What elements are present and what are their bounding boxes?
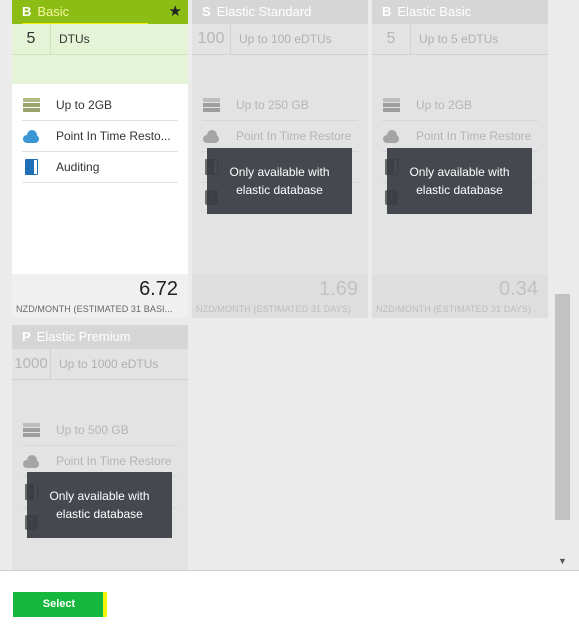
price-block: 0.34 NZD/MONTH (ESTIMATED 31 DAYS): [372, 274, 548, 318]
feature-auditing: Auditing: [22, 152, 178, 183]
feature-storage: Up to 2GB: [382, 90, 538, 121]
price-label: NZD/MONTH (ESTIMATED 31 BASI...: [16, 304, 173, 314]
feature-storage: Up to 2GB: [22, 90, 178, 121]
feature-list: Up to 2GB Point In Time Resto... Auditin…: [12, 84, 188, 183]
pricing-tier-list: B Basic ★ 5 DTUs Up to 2GB Point In Time …: [0, 0, 553, 570]
tier-card-elastic-premium[interactable]: P Elastic Premium 1000 Up to 1000 eDTUs U…: [12, 325, 188, 570]
dtu-block: 5 DTUs: [12, 24, 188, 84]
unavailable-overlay: Only available with elastic database: [387, 148, 532, 214]
scroll-down-arrow-icon[interactable]: ▼: [558, 556, 567, 566]
unavailable-overlay: Only available with elastic database: [207, 148, 352, 214]
tier-letter: P: [22, 329, 31, 344]
dtu-block: 5 Up to 5 eDTUs: [372, 24, 548, 84]
price-block: 6.72 NZD/MONTH (ESTIMATED 31 BASI...: [12, 274, 188, 318]
tier-header: P Elastic Premium: [12, 325, 188, 349]
scroll-thumb[interactable]: [555, 294, 570, 520]
select-highlight: [103, 592, 107, 617]
dtu-value: 5: [372, 24, 411, 54]
feature-storage: Up to 500 GB: [22, 415, 178, 446]
storage-icon: [22, 421, 42, 439]
storage-icon: [202, 96, 222, 114]
dtu-label: Up to 5 eDTUs: [419, 32, 499, 46]
tier-card-elastic-basic[interactable]: B Elastic Basic 5 Up to 5 eDTUs Up to 2GB…: [372, 0, 548, 318]
tier-header: B Basic ★: [12, 0, 188, 26]
dtu-label: DTUs: [59, 32, 90, 46]
cloud-restore-icon: [22, 127, 42, 145]
star-icon: ★: [168, 3, 182, 20]
dtu-value: 100: [192, 24, 231, 54]
dtu-value: 1000: [12, 349, 51, 379]
tier-name: Elastic Basic: [397, 4, 472, 19]
feature-restore: Point In Time Resto...: [22, 121, 178, 152]
feature-storage: Up to 250 GB: [202, 90, 358, 121]
footer-bar: Select: [0, 570, 579, 637]
tier-letter: B: [382, 4, 392, 19]
cloud-restore-icon: [382, 127, 402, 145]
tier-name: Elastic Standard: [216, 4, 312, 19]
dtu-block: 1000 Up to 1000 eDTUs: [12, 349, 188, 409]
storage-icon: [22, 96, 42, 114]
storage-icon: [382, 96, 402, 114]
dtu-label: Up to 100 eDTUs: [239, 32, 332, 46]
tier-letter: B: [22, 4, 32, 19]
dtu-block: 100 Up to 100 eDTUs: [192, 24, 368, 84]
tier-letter: S: [202, 4, 211, 19]
tier-header: B Elastic Basic: [372, 0, 548, 24]
price-block: 1.69 NZD/MONTH (ESTIMATED 31 DAYS): [192, 274, 368, 318]
price-value: 1.69: [319, 278, 358, 300]
tier-card-elastic-standard[interactable]: S Elastic Standard 100 Up to 100 eDTUs Up…: [192, 0, 368, 318]
cloud-restore-icon: [22, 452, 42, 470]
price-value: 0.34: [499, 278, 538, 300]
price-value: 6.72: [139, 278, 178, 300]
dtu-value: 5: [12, 24, 51, 54]
vertical-scrollbar[interactable]: ▼: [553, 0, 572, 570]
tier-header: S Elastic Standard: [192, 0, 368, 24]
book-icon: [22, 158, 42, 176]
price-label: NZD/MONTH (ESTIMATED 31 DAYS): [376, 304, 532, 314]
price-label: NZD/MONTH (ESTIMATED 31 DAYS): [196, 304, 352, 314]
unavailable-overlay: Only available with elastic database: [27, 472, 172, 538]
select-button[interactable]: Select: [13, 592, 105, 617]
dtu-label: Up to 1000 eDTUs: [59, 357, 159, 371]
tier-card-basic[interactable]: B Basic ★ 5 DTUs Up to 2GB Point In Time …: [12, 0, 188, 318]
cloud-restore-icon: [202, 127, 222, 145]
tier-name: Elastic Premium: [36, 329, 131, 344]
tier-name: Basic: [37, 4, 70, 19]
